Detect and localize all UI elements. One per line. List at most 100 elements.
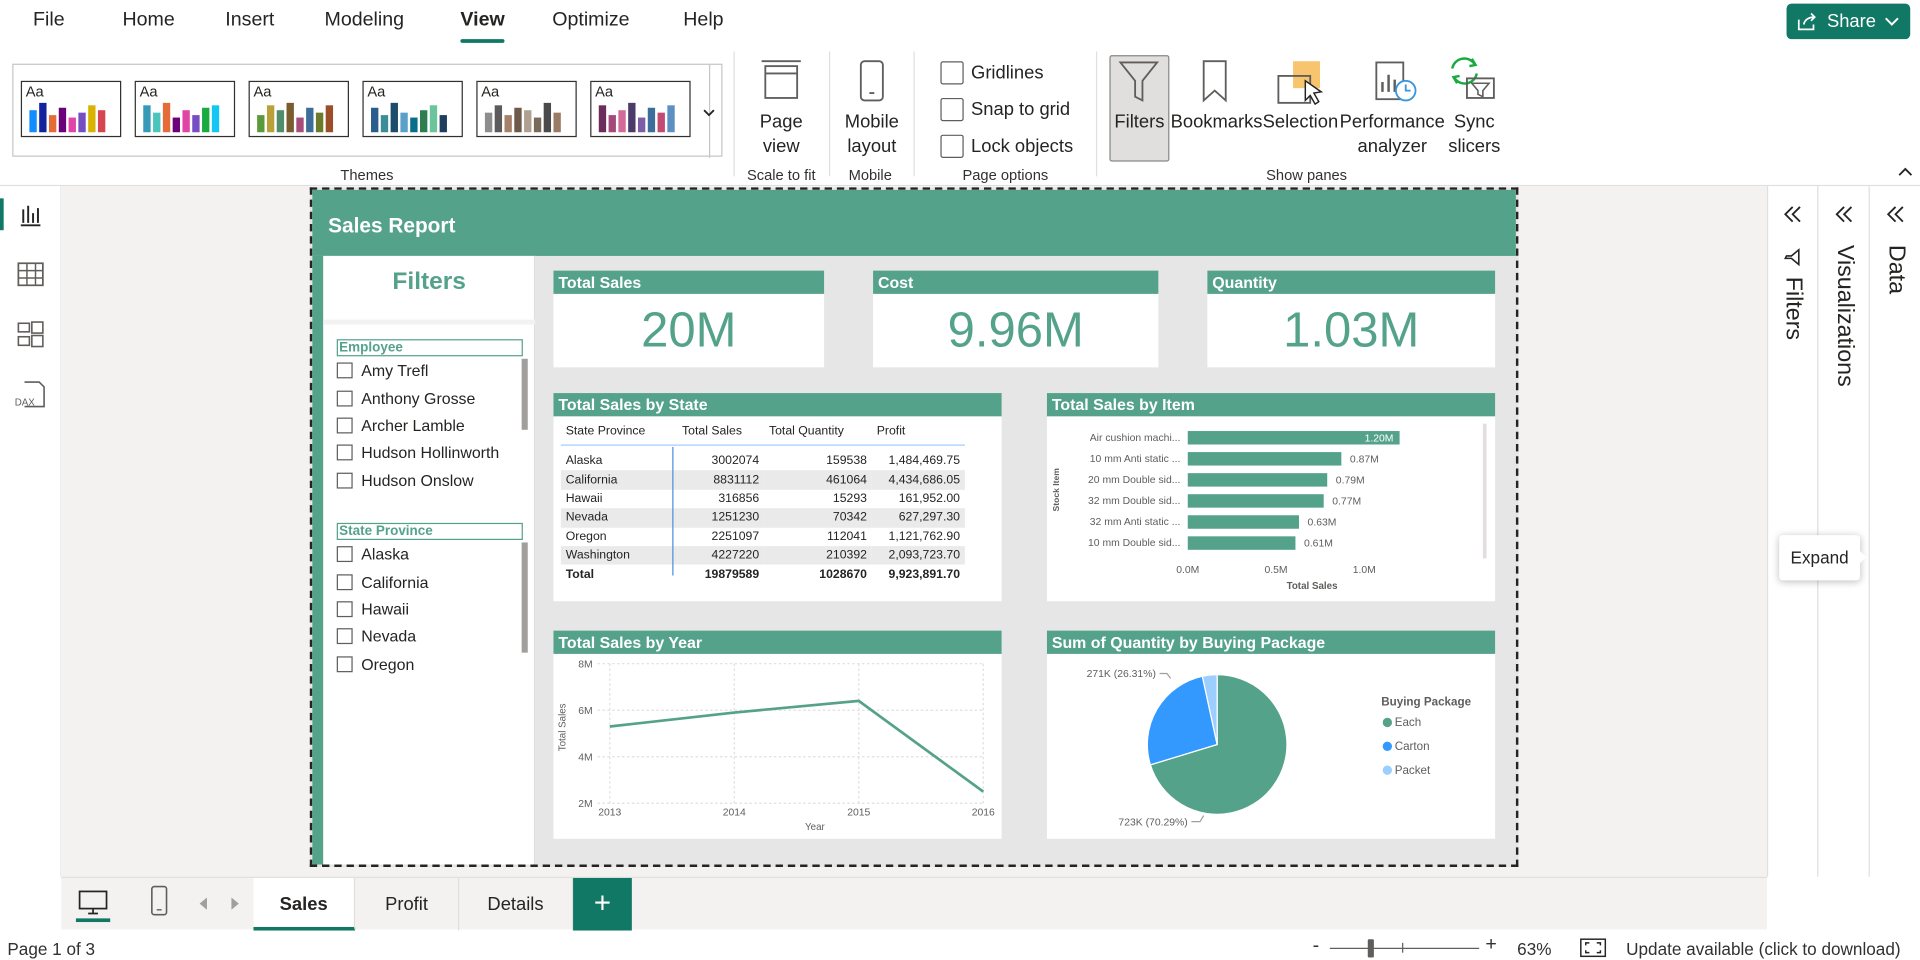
menu-modeling[interactable]: Modeling bbox=[324, 10, 404, 32]
state-option[interactable]: Oregon bbox=[336, 655, 415, 674]
state-scrollbar[interactable] bbox=[521, 542, 528, 653]
desktop-layout-icon[interactable] bbox=[77, 889, 109, 916]
dax-query-view-icon[interactable]: DAX bbox=[15, 380, 47, 409]
kpi-card-quantity[interactable]: Quantity 1.03M bbox=[1207, 270, 1496, 368]
category-label: 20 mm Double sid... bbox=[1088, 475, 1180, 486]
page-view-button[interactable]: Page view bbox=[744, 110, 817, 159]
x-axis-label: Total Sales bbox=[1287, 581, 1338, 592]
bookmarks-button[interactable]: Bookmarks bbox=[1171, 110, 1263, 134]
legend-marker bbox=[1382, 765, 1393, 775]
filters-pane-collapsed[interactable]: Filters bbox=[1766, 186, 1818, 877]
employee-option[interactable]: Hudson Onslow bbox=[336, 471, 474, 490]
checkbox[interactable] bbox=[336, 472, 353, 489]
sync-slicers-button[interactable]: Sync slicers bbox=[1445, 110, 1504, 159]
menu-file[interactable]: File bbox=[33, 10, 65, 32]
collapse-ribbon-icon[interactable] bbox=[1898, 167, 1913, 177]
zoom-slider-track[interactable] bbox=[1329, 947, 1480, 949]
selection-icon[interactable] bbox=[1276, 59, 1327, 108]
lock-objects-checkbox[interactable] bbox=[940, 134, 964, 158]
zoom-in-button[interactable]: + bbox=[1485, 934, 1496, 956]
mobile-layout-icon[interactable] bbox=[857, 59, 886, 103]
gridlines-checkbox[interactable] bbox=[940, 61, 964, 85]
performance-analyzer-icon[interactable] bbox=[1369, 59, 1420, 106]
mobile-layout-button[interactable]: Mobile layout bbox=[838, 110, 907, 159]
checkbox[interactable] bbox=[336, 656, 353, 673]
data-pane-collapsed[interactable]: Data bbox=[1868, 186, 1920, 877]
theme-3[interactable]: Aa bbox=[248, 80, 349, 138]
theme-2[interactable]: Aa bbox=[134, 80, 236, 138]
data-pane-label: Data bbox=[1883, 244, 1909, 295]
performance-analyzer-button[interactable]: Performance analyzer bbox=[1340, 110, 1445, 159]
checkbox[interactable] bbox=[336, 362, 353, 379]
add-page-button[interactable]: + bbox=[573, 877, 632, 931]
update-available-link[interactable]: Update available (click to download) bbox=[1626, 939, 1900, 959]
expand-chevrons-icon[interactable] bbox=[1886, 206, 1906, 223]
category-label: Air cushion machi... bbox=[1090, 433, 1181, 444]
share-button[interactable]: Share bbox=[1786, 3, 1911, 40]
bar bbox=[1187, 536, 1296, 550]
theme-5[interactable]: Aa bbox=[476, 80, 577, 138]
snap-to-grid-checkbox[interactable] bbox=[940, 97, 964, 122]
selection-button[interactable]: Selection bbox=[1261, 110, 1339, 134]
data-label: 0.63M bbox=[1308, 518, 1337, 529]
line-chart-visual[interactable]: Total Sales by Year 2M 4M 6M 8M 2013 2014 2015… bbox=[553, 630, 1002, 839]
legend-entry: Carton bbox=[1395, 740, 1430, 753]
previous-page-icon[interactable] bbox=[198, 897, 208, 910]
kpi-value: 20M bbox=[641, 303, 737, 358]
tab-sales[interactable]: Sales bbox=[253, 877, 356, 931]
bar-chart-visual[interactable]: Total Sales by Item Stock Item Air cushio… bbox=[1046, 393, 1496, 602]
bookmark-icon[interactable] bbox=[1200, 59, 1229, 103]
state-option[interactable]: Nevada bbox=[336, 627, 416, 645]
tab-profit[interactable]: Profit bbox=[355, 877, 460, 931]
menu-insert[interactable]: Insert bbox=[225, 10, 274, 32]
column-header[interactable]: Total Quantity bbox=[764, 420, 872, 446]
state-option[interactable]: California bbox=[336, 573, 428, 591]
state-option[interactable]: Hawaii bbox=[336, 600, 409, 618]
mobile-layout-icon[interactable] bbox=[149, 885, 169, 917]
table-view-icon[interactable] bbox=[17, 262, 44, 287]
checkbox[interactable] bbox=[336, 390, 353, 407]
menu-view[interactable]: View bbox=[460, 10, 504, 32]
state-option[interactable]: Alaska bbox=[336, 545, 409, 563]
column-header[interactable]: State Province bbox=[560, 420, 678, 446]
theme-sample-text: Aa bbox=[481, 83, 500, 101]
option-label: Oregon bbox=[361, 655, 415, 674]
theme-6[interactable]: Aa bbox=[590, 80, 691, 138]
checkbox[interactable] bbox=[336, 444, 353, 461]
kpi-card-cost[interactable]: Cost 9.96M bbox=[873, 270, 1159, 368]
zoom-level[interactable]: 63% bbox=[1517, 939, 1551, 959]
zoom-out-button[interactable]: - bbox=[1313, 936, 1320, 958]
table-visual[interactable]: Total Sales by State State Province Tota… bbox=[553, 393, 1002, 602]
theme-1[interactable]: Aa bbox=[20, 80, 122, 138]
checkbox[interactable] bbox=[336, 628, 353, 645]
checkbox[interactable] bbox=[336, 546, 353, 563]
menu-help[interactable]: Help bbox=[683, 10, 723, 32]
tab-details[interactable]: Details bbox=[459, 877, 574, 931]
pie-chart-visual[interactable]: Sum of Quantity by Buying Package 723K (… bbox=[1046, 630, 1496, 839]
themes-expand-icon[interactable] bbox=[702, 109, 717, 119]
column-header[interactable]: Total Sales bbox=[677, 420, 765, 446]
expand-chevrons-icon[interactable] bbox=[1834, 206, 1854, 223]
page-view-icon[interactable] bbox=[759, 59, 803, 103]
checkbox[interactable] bbox=[336, 601, 353, 618]
employee-option[interactable]: Hudson Hollinworth bbox=[336, 443, 499, 462]
menu-optimize[interactable]: Optimize bbox=[552, 10, 629, 32]
zoom-slider-thumb[interactable] bbox=[1367, 939, 1374, 958]
model-view-icon[interactable] bbox=[17, 321, 44, 348]
checkbox[interactable] bbox=[336, 417, 353, 434]
fit-to-page-icon[interactable] bbox=[1580, 938, 1607, 958]
checkbox[interactable] bbox=[336, 574, 353, 591]
employee-option[interactable]: Anthony Grosse bbox=[336, 389, 475, 408]
sync-slicers-icon[interactable] bbox=[1447, 56, 1501, 105]
employee-scrollbar[interactable] bbox=[521, 358, 528, 430]
expand-chevrons-icon[interactable] bbox=[1783, 206, 1803, 223]
visualizations-pane-collapsed[interactable]: Visualizations bbox=[1817, 186, 1869, 877]
kpi-card-total-sales[interactable]: Total Sales 20M bbox=[553, 270, 825, 368]
employee-option[interactable]: Amy Trefl bbox=[336, 361, 428, 380]
next-page-icon[interactable] bbox=[230, 897, 240, 910]
report-view-icon[interactable] bbox=[18, 203, 42, 227]
theme-4[interactable]: Aa bbox=[362, 80, 463, 138]
column-header[interactable]: Profit bbox=[871, 420, 965, 446]
employee-option[interactable]: Archer Lamble bbox=[336, 416, 465, 435]
menu-home[interactable]: Home bbox=[122, 10, 174, 32]
